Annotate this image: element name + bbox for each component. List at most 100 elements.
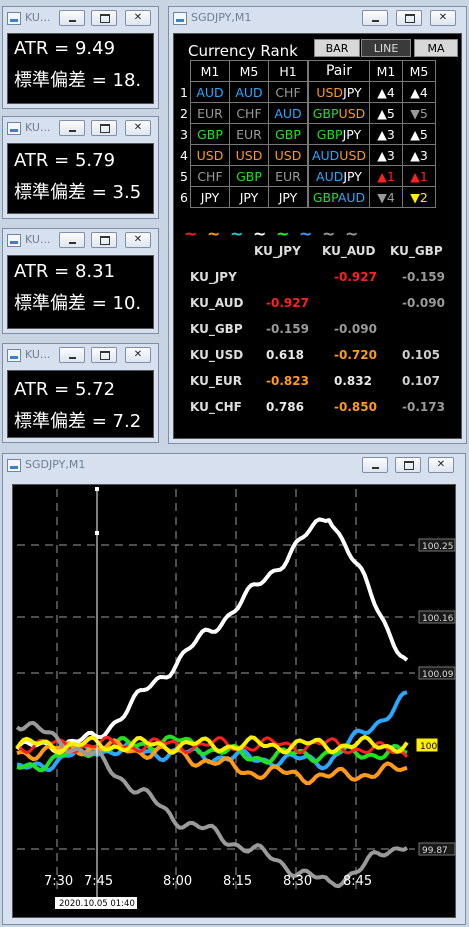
close-button[interactable]: ✕ <box>125 232 151 248</box>
pair-m1-signal: ▲5 <box>369 102 403 124</box>
corr-value: -0.159 <box>266 322 309 336</box>
maximize-button[interactable] <box>91 347 117 363</box>
maximize-button[interactable] <box>91 10 117 26</box>
rank-row: 6 JPY JPY JPY GBPAUD ▼4 ▼2 <box>178 186 436 208</box>
series-line <box>15 517 409 754</box>
close-button[interactable]: ✕ <box>125 120 151 136</box>
legend-swatch: ~ <box>184 224 198 243</box>
rank-header-row: M1 M5 H1 Pair M1 M5 <box>178 60 436 82</box>
window-title: SGDJPY,M1 <box>25 458 86 471</box>
corr-row-header: KU_CHF <box>190 400 242 414</box>
close-button[interactable]: ✕ <box>125 347 151 363</box>
pair-m5-signal: ▼5 <box>402 102 436 124</box>
tab-ma[interactable]: MA <box>414 39 458 57</box>
legend-swatch: ~ <box>299 224 313 243</box>
corr-row-header: KU_AUD <box>190 296 244 310</box>
corr-row-header: KU_GBP <box>190 322 243 336</box>
title-bar[interactable]: KU... ✕ <box>3 7 158 31</box>
corr-value: -0.720 <box>334 348 377 362</box>
rank-row: 5 CHF GBP EUR AUDJPY ▲1 ▲1 <box>178 165 436 187</box>
rank-number: 5 <box>180 168 188 184</box>
window-title: SGDJPY,M1 <box>191 11 252 24</box>
rank-m5-currency: CHF <box>229 102 269 124</box>
price-chart[interactable]: 100.25 100.16 100.09 100 99.87 7:30 7:45 8:00 8:… <box>13 485 457 919</box>
rank-m1-currency: EUR <box>190 102 230 124</box>
atr-value: ATR = 9.49 <box>14 38 116 59</box>
maximize-button[interactable] <box>395 457 421 473</box>
corr-value: -0.823 <box>266 374 309 388</box>
rank-row: 2 EUR CHF AUD GBPUSD ▲5 ▼5 <box>178 102 436 124</box>
rank-m1-currency: CHF <box>190 165 230 187</box>
tab-line[interactable]: LINE <box>361 39 411 57</box>
rank-row: 3 GBP EUR GBP GBPJPY ▲3 ▲5 <box>178 123 436 145</box>
price-label: 100 <box>420 742 437 752</box>
currency-rank-window[interactable]: SGDJPY,M1 ✕ Currency Rank BAR LINE MA M1… <box>168 6 467 444</box>
header-h1: H1 <box>268 60 309 82</box>
pair-m1-signal: ▲1 <box>369 165 403 187</box>
atr-window-2[interactable]: KU... ✕ ATR = 5.79 標準偏差 = 3.5 <box>2 116 159 219</box>
title-bar[interactable]: KU... ✕ <box>3 117 158 141</box>
std-dev-value: 標準偏差 = 18. <box>14 70 142 91</box>
atr-window-1[interactable]: KU... ✕ ATR = 9.49 標準偏差 = 18. <box>2 6 159 109</box>
time-label: 8:45 <box>343 874 372 889</box>
maximize-button[interactable] <box>91 232 117 248</box>
corr-value: 0.107 <box>402 374 440 388</box>
window-title: KU... <box>25 121 51 134</box>
legend-swatch: ~ <box>253 224 267 243</box>
pair-base: AUD <box>316 168 344 184</box>
close-button[interactable]: ✕ <box>430 10 456 26</box>
header-m5: M5 <box>229 60 269 82</box>
chart-area[interactable]: 100.25 100.16 100.09 100 99.87 7:30 7:45 8:00 8:… <box>12 484 456 918</box>
rank-number: 1 <box>180 84 188 100</box>
pair-m5-signal: ▲1 <box>402 165 436 187</box>
pair-quote: JPY <box>342 126 362 142</box>
title-bar[interactable]: KU... ✕ <box>3 229 158 253</box>
time-label: 8:00 <box>163 874 192 889</box>
rank-number: 2 <box>180 105 188 121</box>
pair-m5-signal: ▲4 <box>402 81 436 103</box>
pair-quote: USD <box>338 105 366 121</box>
legend-swatch: ~ <box>322 224 336 243</box>
time-label: 7:30 <box>44 874 73 889</box>
rank-pair: GBPAUD <box>307 186 370 208</box>
atr-window-4[interactable]: KU... ✕ ATR = 5.72 標準偏差 = 7.2 <box>2 343 159 443</box>
std-dev-value: 標準偏差 = 10. <box>14 293 142 314</box>
minimize-button[interactable] <box>59 120 85 136</box>
close-button[interactable]: ✕ <box>428 457 454 473</box>
corr-value: 0.832 <box>334 374 372 388</box>
tab-bar[interactable]: BAR <box>314 39 360 57</box>
window-title: KU... <box>25 11 51 24</box>
atr-window-3[interactable]: KU... ✕ ATR = 8.31 標準偏差 = 10. <box>2 228 159 334</box>
title-bar[interactable]: SGDJPY,M1 ✕ <box>3 454 465 478</box>
corr-value: -0.850 <box>334 400 377 414</box>
pair-m1-signal: ▲3 <box>369 144 403 166</box>
corr-value: 0.618 <box>266 348 304 362</box>
title-bar[interactable]: SGDJPY,M1 ✕ <box>169 7 466 31</box>
chart-app-icon <box>7 349 21 362</box>
minimize-button[interactable] <box>59 232 85 248</box>
time-label: 7:45 <box>84 874 113 889</box>
close-button[interactable]: ✕ <box>125 10 151 26</box>
atr-panel: ATR = 9.49 標準偏差 = 18. <box>7 33 154 104</box>
corr-col-header: KU_JPY <box>254 244 301 258</box>
rank-h1-currency: GBP <box>268 123 309 145</box>
atr-panel: ATR = 5.79 標準偏差 = 3.5 <box>7 143 154 214</box>
minimize-button[interactable] <box>59 10 85 26</box>
atr-value: ATR = 5.79 <box>14 150 116 171</box>
chart-window[interactable]: SGDJPY,M1 ✕ 100.25 100.16 100.09 100 99.87 7:… <box>2 453 466 925</box>
minimize-button[interactable] <box>362 10 388 26</box>
rank-h1-currency: JPY <box>268 186 309 208</box>
title-bar[interactable]: KU... ✕ <box>3 344 158 368</box>
rank-pair: AUDUSD <box>307 144 370 166</box>
price-label: 99.87 <box>422 846 448 856</box>
minimize-button[interactable] <box>362 457 388 473</box>
legend-swatch: ~ <box>276 224 290 243</box>
rank-m5-currency: AUD <box>229 81 269 103</box>
maximize-button[interactable] <box>91 120 117 136</box>
maximize-button[interactable] <box>396 10 422 26</box>
pair-quote: JPY <box>343 84 362 100</box>
pair-quote: USD <box>339 147 367 163</box>
time-label: 8:15 <box>223 874 252 889</box>
minimize-button[interactable] <box>59 347 85 363</box>
corr-value: 0.786 <box>266 400 304 414</box>
